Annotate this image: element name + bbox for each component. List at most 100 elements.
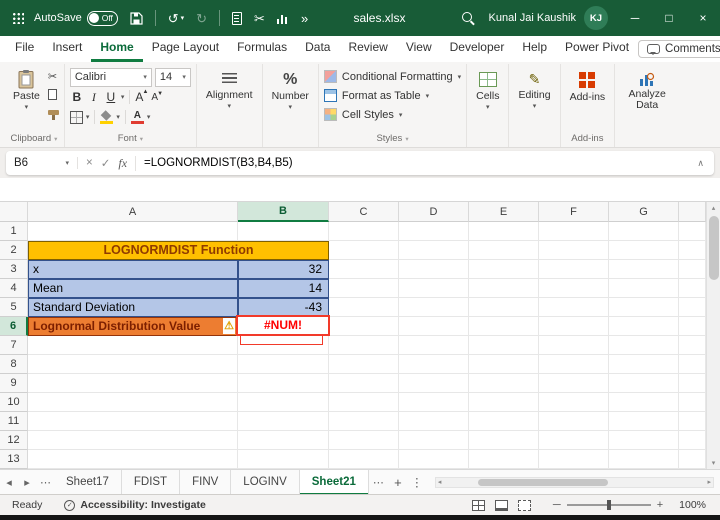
cell-B11[interactable]: [238, 412, 329, 431]
error-warning-icon[interactable]: ⚠: [223, 318, 235, 334]
cell-D6[interactable]: [399, 317, 469, 336]
row-header-1[interactable]: 1: [0, 222, 28, 241]
cell-partial-10[interactable]: [679, 393, 706, 412]
cell-E10[interactable]: [469, 393, 539, 412]
cell-C9[interactable]: [329, 374, 399, 393]
autosave-toggle[interactable]: AutoSave Off: [34, 10, 118, 26]
cell-styles-button[interactable]: Cell Styles ▾: [323, 106, 402, 123]
tab-review[interactable]: Review: [339, 36, 396, 62]
select-all-corner[interactable]: [0, 202, 28, 222]
avatar[interactable]: KJ: [584, 6, 608, 30]
cell-F10[interactable]: [539, 393, 609, 412]
row-header-12[interactable]: 12: [0, 431, 28, 450]
cell-F6[interactable]: [539, 317, 609, 336]
column-header-D[interactable]: D: [399, 202, 469, 222]
cell-partial-6[interactable]: [679, 317, 706, 336]
hscroll-left-icon[interactable]: ◂: [438, 478, 442, 486]
cell-G6[interactable]: [609, 317, 679, 336]
cell-G9[interactable]: [609, 374, 679, 393]
cell-B1[interactable]: [238, 222, 329, 241]
grow-font-button[interactable]: A ▲: [135, 89, 148, 104]
cell-D12[interactable]: [399, 431, 469, 450]
format-painter-button[interactable]: [47, 105, 59, 120]
cell-A1[interactable]: [28, 222, 238, 241]
cell-F4[interactable]: [539, 279, 609, 298]
tab-file[interactable]: File: [6, 36, 43, 62]
underline-button[interactable]: U: [104, 90, 118, 104]
cell-C6[interactable]: [329, 317, 399, 336]
cell-E5[interactable]: [469, 298, 539, 317]
cell-G8[interactable]: [609, 355, 679, 374]
cell-F8[interactable]: [539, 355, 609, 374]
cell-D9[interactable]: [399, 374, 469, 393]
paste-button[interactable]: Paste ▾: [9, 67, 44, 120]
cell-B5[interactable]: -43: [238, 298, 329, 317]
tab-developer[interactable]: Developer: [441, 36, 514, 62]
cell-D13[interactable]: [399, 450, 469, 469]
row-header-2[interactable]: 2: [0, 241, 28, 260]
more-commands-icon[interactable]: »: [301, 12, 308, 25]
cell-E9[interactable]: [469, 374, 539, 393]
cell-partial-9[interactable]: [679, 374, 706, 393]
cell-D4[interactable]: [399, 279, 469, 298]
comments-button[interactable]: Comments: [638, 40, 720, 58]
cell-C10[interactable]: [329, 393, 399, 412]
cell-F3[interactable]: [539, 260, 609, 279]
cell-E12[interactable]: [469, 431, 539, 450]
zoom-out-icon[interactable]: ─: [547, 499, 567, 511]
tab-insert[interactable]: Insert: [43, 36, 91, 62]
copy-button[interactable]: [47, 87, 62, 102]
row-header-4[interactable]: 4: [0, 279, 28, 298]
cell-partial-5[interactable]: [679, 298, 706, 317]
sheet-nav-left-icon[interactable]: ◂: [0, 476, 18, 489]
cell-E3[interactable]: [469, 260, 539, 279]
cell-E11[interactable]: [469, 412, 539, 431]
cell-G10[interactable]: [609, 393, 679, 412]
page-break-view-icon[interactable]: [517, 499, 531, 511]
enter-icon[interactable]: ✓: [101, 156, 111, 170]
cell-A6[interactable]: Lognormal Distribution Value ⚠: [28, 317, 238, 336]
underline-dropdown-icon[interactable]: ▾: [121, 93, 125, 101]
cell-B7[interactable]: [238, 336, 329, 355]
cell-B3[interactable]: 32: [238, 260, 329, 279]
row-header-9[interactable]: 9: [0, 374, 28, 393]
new-sheet-button[interactable]: +: [387, 475, 409, 490]
cell-G4[interactable]: [609, 279, 679, 298]
tab-formulas[interactable]: Formulas: [228, 36, 296, 62]
cell-G5[interactable]: [609, 298, 679, 317]
cell-E1[interactable]: [469, 222, 539, 241]
maximize-button[interactable]: □: [652, 0, 686, 36]
cell-C2[interactable]: [329, 241, 399, 260]
cell-partial-12[interactable]: [679, 431, 706, 450]
sheet-tab-sheet17[interactable]: Sheet17: [54, 469, 122, 495]
cell-D2[interactable]: [399, 241, 469, 260]
tab-help[interactable]: Help: [513, 36, 556, 62]
cell-partial-3[interactable]: [679, 260, 706, 279]
cancel-icon[interactable]: ×: [86, 157, 93, 169]
font-name-select[interactable]: Calibri ▾: [69, 67, 152, 87]
cell-C3[interactable]: [329, 260, 399, 279]
cell-partial-8[interactable]: [679, 355, 706, 374]
cell-F2[interactable]: [539, 241, 609, 260]
accessibility-status[interactable]: ✓ Accessibility: Investigate: [64, 499, 206, 511]
insert-function-icon[interactable]: fx: [118, 156, 127, 171]
cell-D1[interactable]: [399, 222, 469, 241]
cell-B4[interactable]: 14: [238, 279, 329, 298]
horizontal-scroll-thumb[interactable]: [477, 478, 608, 486]
vertical-scroll-thumb[interactable]: [709, 216, 719, 280]
cell-partial-11[interactable]: [679, 412, 706, 431]
cell-partial-1[interactable]: [679, 222, 706, 241]
cell-A3[interactable]: x: [28, 260, 238, 279]
cell-B6[interactable]: #NUM!: [236, 315, 330, 345]
cell-partial-4[interactable]: [679, 279, 706, 298]
collapse-formula-bar-icon[interactable]: ∧: [697, 158, 704, 169]
sheet-tabs-menu-icon[interactable]: ⋮: [409, 475, 425, 489]
cell-C5[interactable]: [329, 298, 399, 317]
row-header-6[interactable]: 6: [0, 317, 28, 336]
scroll-up-icon[interactable]: ▴: [707, 204, 720, 212]
cell-A12[interactable]: [28, 431, 238, 450]
cell-F12[interactable]: [539, 431, 609, 450]
cell-A4[interactable]: Mean: [28, 279, 238, 298]
cell-C12[interactable]: [329, 431, 399, 450]
cell-E6[interactable]: [469, 317, 539, 336]
